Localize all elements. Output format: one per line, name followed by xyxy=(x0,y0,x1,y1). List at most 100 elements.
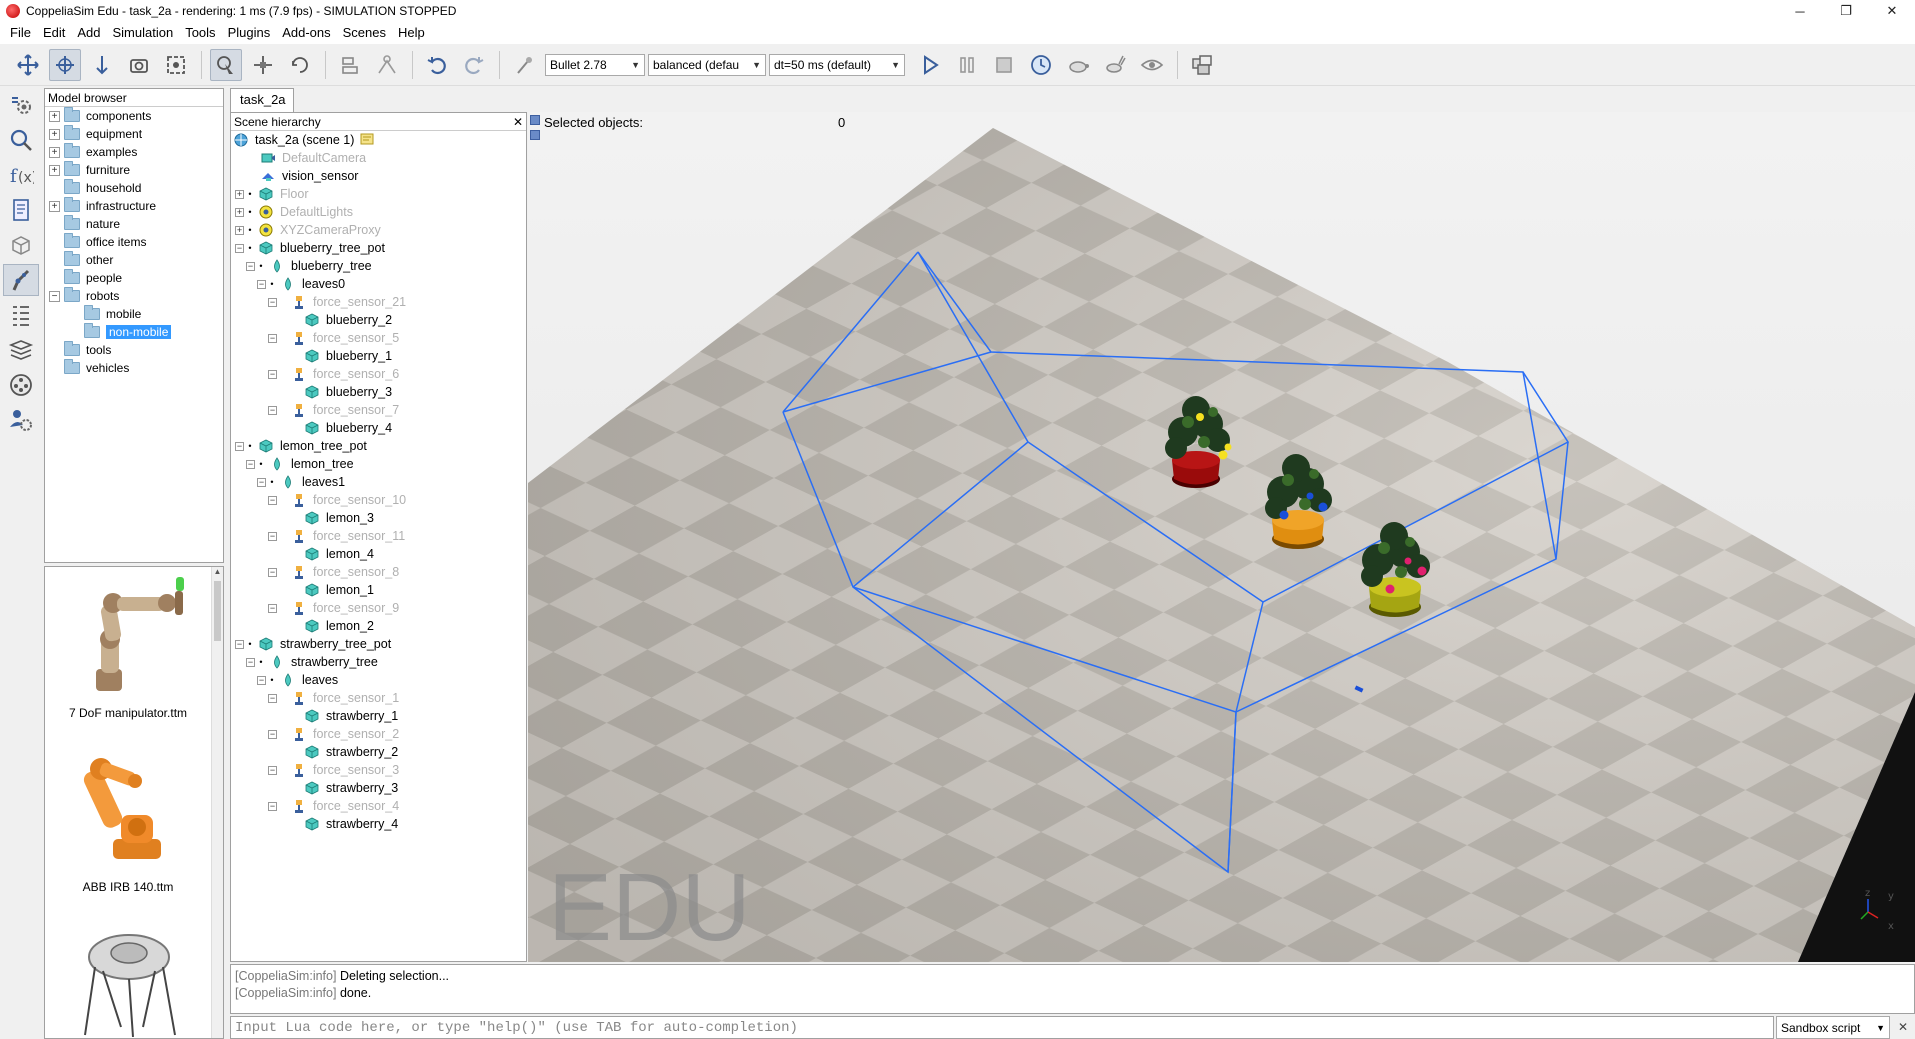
redo-button[interactable] xyxy=(458,49,490,81)
hierarchy-item[interactable]: − force_sensor_8 xyxy=(231,563,526,581)
hierarchy-item[interactable]: blueberry_2 xyxy=(231,311,526,329)
hierarchy-item[interactable]: strawberry_1 xyxy=(231,707,526,725)
model-folder-item[interactable]: other xyxy=(49,251,223,269)
hierarchy-item[interactable]: − • strawberry_tree xyxy=(231,653,526,671)
slow-down-button[interactable] xyxy=(1062,49,1094,81)
camera-pan-button[interactable] xyxy=(12,49,44,81)
undo-button[interactable] xyxy=(421,49,453,81)
collapse-icon[interactable]: − xyxy=(268,567,277,577)
camera-angle-button[interactable] xyxy=(123,49,155,81)
assemble-button[interactable] xyxy=(334,49,366,81)
restore-button[interactable]: ❐ xyxy=(1823,0,1869,22)
model-folder-item[interactable]: − robots xyxy=(49,287,223,305)
hierarchy-item[interactable]: + • DefaultLights xyxy=(231,203,526,221)
lua-command-input[interactable]: Input Lua code here, or type "help()" (u… xyxy=(230,1016,1774,1039)
hierarchy-item[interactable]: − • leaves0 xyxy=(231,275,526,293)
model-thumbnail-delta[interactable] xyxy=(45,927,211,1038)
menu-addons[interactable]: Add-ons xyxy=(276,22,336,44)
hierarchy-item[interactable]: blueberry_1 xyxy=(231,347,526,365)
expand-icon[interactable]: + xyxy=(235,189,244,199)
model-browser-toggle-button[interactable] xyxy=(3,264,39,296)
expand-icon[interactable]: + xyxy=(49,128,60,140)
model-folder-item[interactable]: vehicles xyxy=(49,359,223,377)
hierarchy-item[interactable]: − force_sensor_9 xyxy=(231,599,526,617)
collapse-icon[interactable]: − xyxy=(268,801,277,811)
collapse-icon[interactable]: − xyxy=(246,657,255,667)
hierarchy-item[interactable]: − • blueberry_tree_pot xyxy=(231,239,526,257)
simulation-settings-button[interactable] xyxy=(3,89,39,121)
page-selector-button[interactable] xyxy=(1186,49,1218,81)
model-folder-item[interactable]: office items xyxy=(49,233,223,251)
model-folder-item[interactable]: people xyxy=(49,269,223,287)
viewport-menu-handle[interactable] xyxy=(530,115,540,125)
video-recorder-button[interactable] xyxy=(3,369,39,401)
scene-viewport[interactable]: EDU z y x Selected objects: 0 xyxy=(528,112,1915,962)
collapse-icon[interactable]: − xyxy=(268,369,277,379)
hierarchy-item[interactable]: lemon_3 xyxy=(231,509,526,527)
hierarchy-toggle-button[interactable] xyxy=(3,299,39,331)
close-icon[interactable]: ✕ xyxy=(513,113,523,131)
hierarchy-item[interactable]: − force_sensor_5 xyxy=(231,329,526,347)
model-folder-item[interactable]: mobile xyxy=(49,305,223,323)
hierarchy-item[interactable]: strawberry_2 xyxy=(231,743,526,761)
hierarchy-item[interactable]: − force_sensor_6 xyxy=(231,365,526,383)
hierarchy-item[interactable]: vision_sensor xyxy=(231,167,526,185)
model-folder-item[interactable]: + examples xyxy=(49,143,223,161)
collapse-icon[interactable]: − xyxy=(246,261,255,271)
collapse-icon[interactable]: − xyxy=(268,531,277,541)
user-settings-button[interactable] xyxy=(3,404,39,436)
collapse-icon[interactable]: − xyxy=(257,477,266,487)
hierarchy-item[interactable]: − • leaves1 xyxy=(231,473,526,491)
collapse-icon[interactable]: − xyxy=(257,675,266,685)
model-folder-item[interactable]: household xyxy=(49,179,223,197)
scene-3d-view[interactable]: EDU z y x xyxy=(528,112,1915,962)
hierarchy-item[interactable]: − • blueberry_tree xyxy=(231,257,526,275)
collapse-icon[interactable]: − xyxy=(268,693,277,703)
model-folder-item[interactable]: non-mobile xyxy=(49,323,223,341)
hierarchy-item[interactable]: − • strawberry_tree_pot xyxy=(231,635,526,653)
hierarchy-item[interactable]: − force_sensor_4 xyxy=(231,797,526,815)
collapse-icon[interactable]: − xyxy=(235,441,244,451)
collapse-icon[interactable]: − xyxy=(235,639,244,649)
collapse-icon[interactable]: − xyxy=(268,729,277,739)
model-folder-item[interactable]: + equipment xyxy=(49,125,223,143)
camera-rotate-button[interactable] xyxy=(49,48,81,81)
hierarchy-item[interactable]: − force_sensor_2 xyxy=(231,725,526,743)
timestep-select[interactable]: dt=50 ms (default) ▼ xyxy=(769,53,905,76)
scroll-up-icon[interactable]: ▲ xyxy=(212,567,223,576)
expand-icon[interactable]: + xyxy=(49,164,60,176)
hierarchy-item[interactable]: blueberry_3 xyxy=(231,383,526,401)
hierarchy-item[interactable]: + • XYZCameraProxy xyxy=(231,221,526,239)
hierarchy-item[interactable]: − force_sensor_10 xyxy=(231,491,526,509)
calc-module-button[interactable]: f(x) xyxy=(3,159,39,191)
collapse-icon[interactable]: − xyxy=(246,459,255,469)
hierarchy-item[interactable]: − force_sensor_11 xyxy=(231,527,526,545)
close-window-button[interactable]: ✕ xyxy=(1869,0,1915,22)
hierarchy-item[interactable]: lemon_4 xyxy=(231,545,526,563)
scrollbar-handle[interactable] xyxy=(214,581,221,641)
physics-engine-select[interactable]: Bullet 2.78 ▼ xyxy=(545,53,645,76)
menu-file[interactable]: File xyxy=(4,22,37,44)
real-time-button[interactable] xyxy=(1025,49,1057,81)
shape-edit-button[interactable] xyxy=(3,229,39,261)
model-folder-item[interactable]: + infrastructure xyxy=(49,197,223,215)
camera-shift-button[interactable] xyxy=(86,49,118,81)
menu-tools[interactable]: Tools xyxy=(179,22,221,44)
click-select-button[interactable] xyxy=(210,48,242,81)
hierarchy-item[interactable]: lemon_1 xyxy=(231,581,526,599)
viewport-menu-handle[interactable] xyxy=(530,130,540,140)
menu-plugins[interactable]: Plugins xyxy=(222,22,277,44)
minimize-button[interactable]: ─ xyxy=(1777,0,1823,22)
fit-to-view-button[interactable] xyxy=(160,49,192,81)
object-rotate-button[interactable] xyxy=(284,49,316,81)
hierarchy-item[interactable]: strawberry_3 xyxy=(231,779,526,797)
model-folder-item[interactable]: + components xyxy=(49,107,223,125)
close-icon[interactable]: ✕ xyxy=(1895,1019,1911,1035)
menu-help[interactable]: Help xyxy=(392,22,431,44)
hierarchy-item[interactable]: lemon_2 xyxy=(231,617,526,635)
speed-up-button[interactable] xyxy=(1099,49,1131,81)
menu-edit[interactable]: Edit xyxy=(37,22,71,44)
thumbnails-scrollbar[interactable]: ▲ xyxy=(211,567,223,1038)
menu-simulation[interactable]: Simulation xyxy=(107,22,180,44)
script-mode-select[interactable]: Sandbox script ▼ xyxy=(1776,1016,1890,1039)
